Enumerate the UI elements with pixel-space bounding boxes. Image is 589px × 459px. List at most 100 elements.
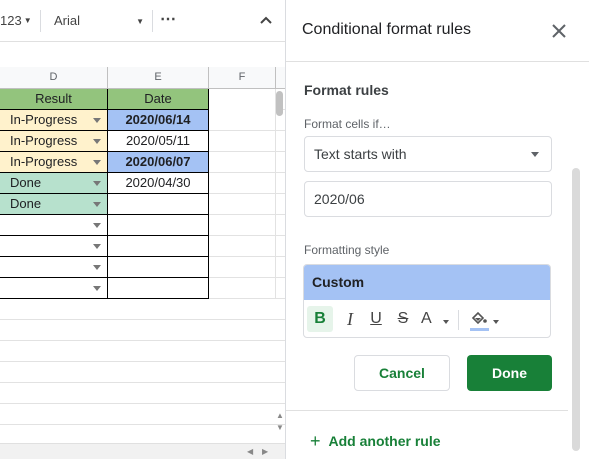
format-rules-heading: Format rules: [304, 82, 389, 98]
date-cell[interactable]: [108, 257, 209, 278]
header-cell-date[interactable]: Date: [108, 89, 209, 110]
dropdown-caret-icon[interactable]: [93, 244, 101, 249]
column-header-f[interactable]: F: [209, 67, 276, 89]
chevron-down-icon: [531, 152, 539, 157]
add-another-rule-button[interactable]: + Add another rule: [310, 431, 441, 452]
result-cell[interactable]: [0, 257, 108, 278]
conditional-format-panel: Conditional format rules Format rules Fo…: [285, 0, 589, 459]
cancel-button[interactable]: Cancel: [354, 355, 450, 391]
panel-scrollbar[interactable]: [572, 168, 580, 451]
table-row: [0, 278, 285, 299]
dropdown-caret-icon[interactable]: [93, 265, 101, 270]
empty-cell[interactable]: [209, 194, 276, 215]
style-preview[interactable]: Custom: [304, 265, 550, 300]
result-cell[interactable]: [0, 278, 108, 299]
empty-cell[interactable]: [209, 173, 276, 194]
chevron-down-icon: [443, 320, 449, 324]
date-cell[interactable]: [108, 236, 209, 257]
header-cell-result[interactable]: Result: [0, 89, 108, 110]
chevron-down-icon: ▼: [136, 17, 144, 26]
scroll-down-icon[interactable]: ▼: [276, 423, 284, 432]
sheet-horizontal-scrollbar[interactable]: ◀ ▶: [0, 443, 285, 459]
toolbar-divider: [458, 310, 459, 330]
style-toolbar: B I U S A: [304, 301, 550, 337]
spreadsheet-grid: D E F Result Date In-Progress 2020/06/14 In-…: [0, 67, 285, 457]
dropdown-caret-icon[interactable]: [93, 118, 101, 123]
empty-cell[interactable]: [209, 131, 276, 152]
table-row: [0, 236, 285, 257]
date-cell[interactable]: [108, 278, 209, 299]
result-cell[interactable]: [0, 215, 108, 236]
empty-row: [0, 362, 285, 383]
empty-row: [0, 341, 285, 362]
toolbar-divider: [40, 10, 41, 32]
empty-cell[interactable]: [209, 110, 276, 131]
result-cell[interactable]: In-Progress: [0, 131, 108, 152]
strikethrough-icon[interactable]: S: [390, 306, 416, 332]
column-header-e[interactable]: E: [108, 67, 209, 89]
condition-label: Format cells if…: [304, 117, 391, 131]
scrollbar-thumb[interactable]: [276, 91, 283, 116]
panel-title: Conditional format rules: [302, 21, 471, 38]
condition-select[interactable]: Text starts with: [304, 136, 552, 172]
result-cell[interactable]: In-Progress: [0, 152, 108, 173]
dropdown-caret-icon[interactable]: [93, 286, 101, 291]
fill-color-icon[interactable]: [467, 306, 501, 332]
empty-cell[interactable]: [209, 278, 276, 299]
italic-icon[interactable]: I: [337, 306, 363, 332]
table-header-row: Result Date: [0, 89, 285, 110]
scroll-left-icon[interactable]: ◀: [247, 447, 253, 456]
fill-color-swatch: [470, 328, 489, 331]
chevron-down-icon: [493, 320, 499, 324]
date-cell[interactable]: [108, 194, 209, 215]
dropdown-caret-icon[interactable]: [93, 223, 101, 228]
panel-body: Format rules Format cells if… Text start…: [286, 62, 589, 459]
dropdown-caret-icon[interactable]: [93, 181, 101, 186]
result-cell[interactable]: Done: [0, 194, 108, 215]
date-cell[interactable]: 2020/04/30: [108, 173, 209, 194]
result-cell[interactable]: In-Progress: [0, 110, 108, 131]
result-value: Done: [10, 196, 42, 211]
date-cell[interactable]: 2020/06/07: [108, 152, 209, 173]
number-format-menu[interactable]: 123 ▼: [0, 13, 32, 28]
result-cell[interactable]: [0, 236, 108, 257]
text-color-icon[interactable]: A: [417, 306, 451, 332]
empty-cell[interactable]: [209, 152, 276, 173]
table-row: [0, 215, 285, 236]
dropdown-caret-icon[interactable]: [93, 202, 101, 207]
condition-value-input[interactable]: [304, 181, 552, 217]
date-cell[interactable]: [108, 215, 209, 236]
result-value: In-Progress: [10, 133, 78, 148]
table-row: In-Progress 2020/06/14: [0, 110, 285, 131]
sheet-vertical-scrollbar[interactable]: ▲ ▼: [275, 89, 285, 432]
result-value: Done: [10, 175, 42, 190]
empty-cell[interactable]: [209, 236, 276, 257]
more-options-icon[interactable]: ⋯: [160, 9, 177, 29]
empty-row: [0, 299, 285, 320]
done-button[interactable]: Done: [467, 355, 552, 391]
empty-cell[interactable]: [209, 215, 276, 236]
result-cell[interactable]: Done: [0, 173, 108, 194]
date-cell[interactable]: 2020/06/14: [108, 110, 209, 131]
toolbar: 123 ▼ Arial ▼ ⋯: [0, 0, 285, 42]
result-value: In-Progress: [10, 154, 78, 169]
bold-icon[interactable]: B: [307, 306, 333, 332]
formatting-style-box: Custom B I U S A: [303, 264, 551, 338]
date-cell[interactable]: 2020/05/11: [108, 131, 209, 152]
empty-cell[interactable]: [209, 257, 276, 278]
empty-cell[interactable]: [209, 89, 276, 110]
collapse-menu-icon[interactable]: [258, 12, 274, 28]
table-row: [0, 257, 285, 278]
column-header-d[interactable]: D: [0, 67, 108, 89]
scroll-up-icon[interactable]: ▲: [276, 411, 284, 420]
chevron-down-icon: ▼: [23, 16, 32, 25]
scroll-right-icon[interactable]: ▶: [262, 447, 268, 456]
close-icon[interactable]: [552, 24, 566, 38]
font-family-select[interactable]: Arial ▼: [54, 13, 144, 28]
dropdown-caret-icon[interactable]: [93, 139, 101, 144]
font-family-label: Arial: [54, 13, 81, 28]
underline-icon[interactable]: U: [363, 306, 389, 332]
toolbar-divider: [152, 10, 153, 32]
dropdown-caret-icon[interactable]: [93, 160, 101, 165]
condition-value: Text starts with: [314, 146, 407, 162]
